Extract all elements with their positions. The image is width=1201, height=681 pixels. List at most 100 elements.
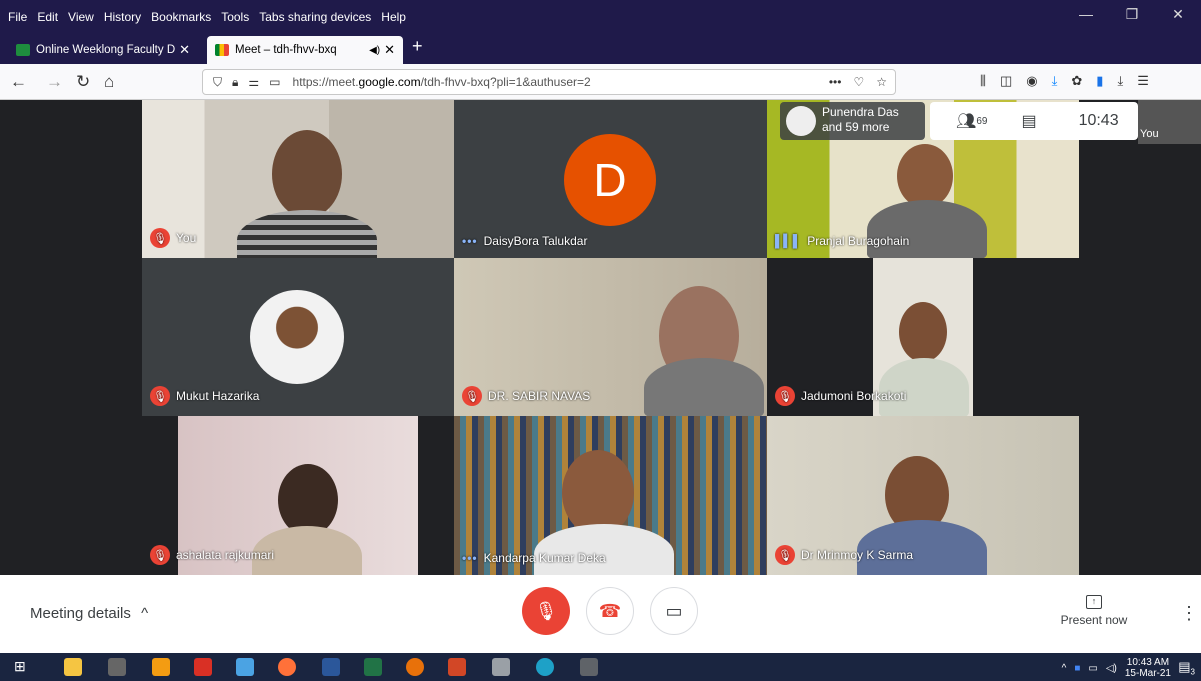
tab-title: Online Weeklong Faculty Devel	[36, 44, 176, 56]
participant-tile[interactable]: ••• Kandarpa Kumar Deka	[454, 416, 767, 575]
self-view-thumbnail[interactable]: You	[1138, 100, 1201, 144]
extension-icon[interactable]: ✿	[1071, 73, 1082, 89]
present-now-button[interactable]: ↑ Present now	[1058, 595, 1130, 627]
screen-share-icon[interactable]: ▭	[269, 75, 280, 90]
speaker-info-banner[interactable]: Punendra Das and 59 more	[780, 102, 925, 140]
home-icon[interactable]: ⌂	[104, 72, 114, 92]
reload-icon[interactable]: ↻	[76, 72, 90, 92]
file-explorer-icon[interactable]	[64, 658, 82, 676]
tab-meet[interactable]: Meet – tdh-fhvv-bxq ◀) ✕	[207, 36, 403, 64]
media-app-icon[interactable]	[108, 658, 126, 676]
bookmark-star-icon[interactable]: ☆	[876, 75, 887, 89]
meeting-details-button[interactable]: Meeting details ^	[30, 605, 148, 622]
tab-close-icon[interactable]: ✕	[384, 42, 395, 58]
tray-chevron-icon[interactable]: ^	[1062, 663, 1067, 674]
people-icon[interactable]: 👥︎	[956, 111, 976, 131]
tab-close-icon[interactable]: ✕	[179, 42, 190, 58]
powerpoint-icon[interactable]	[448, 658, 466, 676]
meet-controls-bar: Meeting details ^ 🎙︎ ☎︎ ▭ ↑ Present now …	[0, 575, 1201, 653]
meet-top-panel: 👥︎ 69 ▤ 10:43	[930, 102, 1138, 140]
clock-date: 15-Mar-21	[1124, 668, 1171, 679]
paint-icon[interactable]	[492, 658, 510, 676]
camera-app-icon[interactable]	[580, 658, 598, 676]
more-options-dots-icon: •••	[462, 551, 478, 565]
meet-tray-icon[interactable]: ■	[1074, 663, 1080, 674]
clock-time: 10:43 AM	[1126, 657, 1170, 668]
volume-icon[interactable]: ◁)	[1106, 663, 1117, 674]
back-icon[interactable]: ←	[10, 72, 27, 92]
navigation-bar: ← → ↻ ⌂ ⛉ 🔒︎ ⚌ ▭ https://meet.google.com…	[0, 64, 1201, 100]
app-icon[interactable]	[406, 658, 424, 676]
participant-video	[897, 144, 953, 208]
audio-playing-icon[interactable]: ◀)	[369, 45, 380, 56]
permissions-icon[interactable]: ⚌	[248, 75, 259, 90]
participant-label: DaisyBora Talukdar	[483, 234, 588, 248]
more-options-icon[interactable]: ⋮	[1180, 603, 1198, 624]
present-screen-icon: ↑	[1086, 595, 1102, 609]
notification-center-icon[interactable]: ▤3	[1178, 659, 1195, 677]
downloads-icon[interactable]: ⤓	[1117, 73, 1123, 89]
meet-video-grid: 🎙︎ You D ••• DaisyBora Talukdar ▌▍▌ Pranjal…	[0, 100, 1201, 575]
tab-title: Meet – tdh-fhvv-bxq	[235, 44, 337, 56]
meet-favicon-icon	[215, 44, 229, 56]
system-clock[interactable]: 10:43 AM 15-Mar-21	[1125, 657, 1171, 679]
firefox-icon[interactable]	[278, 658, 296, 676]
edge-icon[interactable]	[536, 658, 554, 676]
network-icon[interactable]: ▭	[1088, 663, 1097, 674]
menu-file[interactable]: File	[8, 10, 27, 24]
menu-history[interactable]: History	[104, 10, 141, 24]
windows-start-icon[interactable]: ⊞	[14, 658, 32, 676]
participant-label: Jadumoni Borkakoti	[801, 389, 907, 403]
lock-icon[interactable]: 🔒︎	[232, 75, 238, 90]
account-icon[interactable]: ◉	[1026, 73, 1037, 89]
sticky-app-icon[interactable]	[152, 658, 170, 676]
library-icon[interactable]: ⫼	[980, 73, 986, 89]
participant-name: 🎙︎ Dr Mrinmoy K Sarma	[775, 545, 913, 565]
participant-tile[interactable]: 🎙︎ Dr Mrinmoy K Sarma	[767, 416, 1079, 575]
menu-edit[interactable]: Edit	[37, 10, 58, 24]
chat-icon[interactable]: ▤	[1021, 111, 1036, 131]
close-window-button[interactable]: ✕	[1155, 6, 1201, 23]
window-controls: — ❐ ✕	[1063, 6, 1201, 23]
system-tray: ^ ■ ▭ ◁) 10:43 AM 15-Mar-21	[1062, 657, 1171, 679]
word-icon[interactable]	[322, 658, 340, 676]
mic-toggle-button[interactable]: 🎙︎	[522, 587, 570, 635]
participant-tile[interactable]: 🎙︎ ashalata rajkumari	[142, 416, 454, 575]
chart-extension-icon[interactable]: ▮	[1096, 73, 1103, 89]
minimize-button[interactable]: —	[1063, 6, 1109, 23]
menu-help[interactable]: Help	[381, 10, 406, 24]
new-tab-button[interactable]: +	[412, 36, 423, 57]
participant-tile[interactable]: 🎙︎ Mukut Hazarika	[142, 258, 454, 416]
menu-hamburger-icon[interactable]: ☰	[1137, 73, 1149, 89]
url-security-icons: ⛉ 🔒︎ ⚌ ▭	[213, 75, 281, 90]
shield-icon[interactable]: ⛉	[213, 75, 222, 90]
leave-call-button[interactable]: ☎︎	[586, 587, 634, 635]
speaker-name: Punendra Das	[822, 105, 899, 119]
camera-toggle-button[interactable]: ▭	[650, 587, 698, 635]
menu-tools[interactable]: Tools	[221, 10, 249, 24]
windows-taskbar: ⊞ ^ ■ ▭ ◁) 10:43 AM 15-Mar-21 ▤3	[0, 653, 1201, 681]
menu-view[interactable]: View	[68, 10, 94, 24]
participant-tile[interactable]: 🎙︎ You	[142, 100, 454, 258]
download-arrow-icon[interactable]: ⤓	[1052, 73, 1058, 89]
participant-name: 🎙︎ ashalata rajkumari	[150, 545, 274, 565]
menu-bookmarks[interactable]: Bookmarks	[151, 10, 211, 24]
participant-tile[interactable]: 🎙︎ Jadumoni Borkakoti	[767, 258, 1079, 416]
speaker-info-text: Punendra Das and 59 more	[822, 105, 899, 135]
app-icon[interactable]	[236, 658, 254, 676]
forward-icon[interactable]: →	[46, 72, 63, 92]
participant-tile[interactable]: 🎙︎ DR. SABIR NAVAS	[454, 258, 767, 416]
excel-icon[interactable]	[364, 658, 382, 676]
page-actions-icon[interactable]: •••	[829, 75, 842, 89]
participant-head	[899, 302, 947, 362]
participant-tile[interactable]: D ••• DaisyBora Talukdar	[454, 100, 767, 258]
menu-tabs-sharing[interactable]: Tabs sharing devices	[259, 10, 371, 24]
sidebar-icon[interactable]: ◫	[1000, 73, 1012, 89]
pocket-icon[interactable]: ♡	[853, 75, 864, 89]
participant-name: 🎙︎ Jadumoni Borkakoti	[775, 386, 906, 406]
acrobat-icon[interactable]	[194, 658, 212, 676]
tab-faculty-development[interactable]: Online Weeklong Faculty Devel ✕	[8, 36, 198, 64]
participant-label: Mukut Hazarika	[176, 389, 260, 403]
url-bar[interactable]: ⛉ 🔒︎ ⚌ ▭ https://meet.google.com/tdh-fhv…	[202, 69, 896, 95]
restore-button[interactable]: ❐	[1109, 6, 1155, 23]
